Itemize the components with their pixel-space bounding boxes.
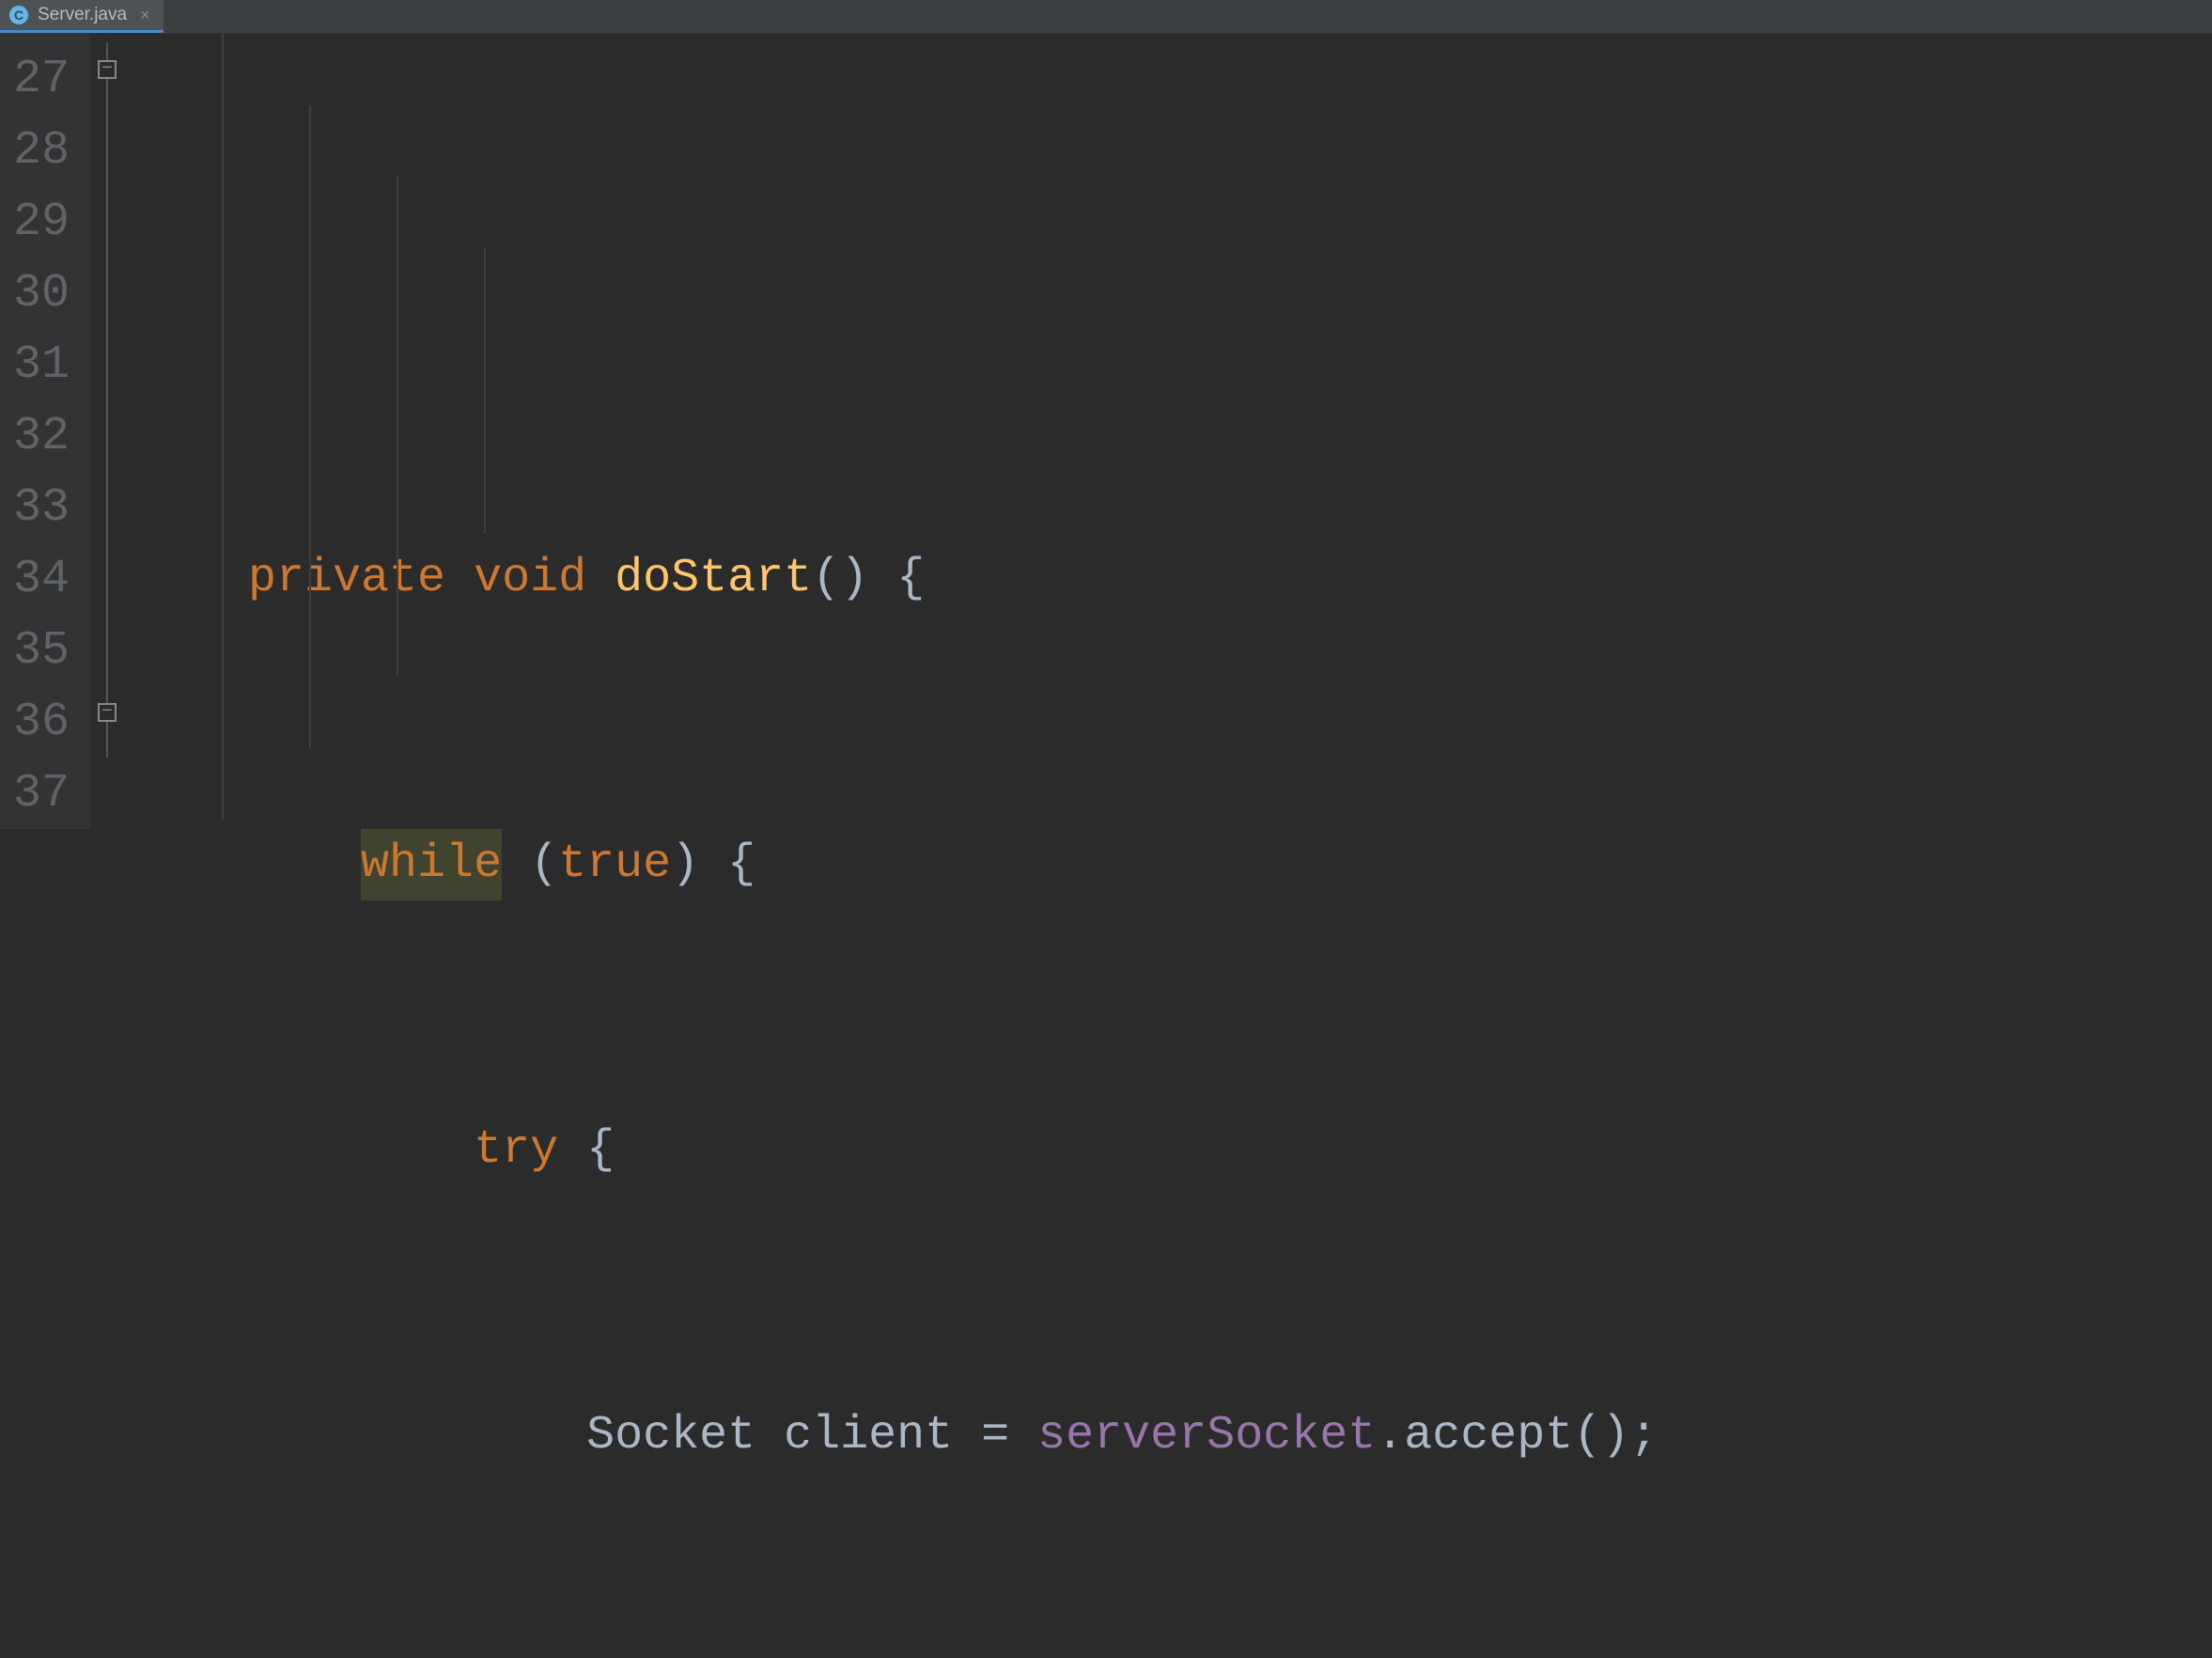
line-number-gutter: 27 28 29 30 31 32 33 34 35 36 37: [0, 34, 90, 829]
java-class-icon: C: [9, 6, 28, 24]
line-number: 35: [0, 615, 90, 686]
token-keyword: void: [474, 543, 586, 615]
line-number: 37: [0, 758, 90, 829]
code-line[interactable]: private void doStart() {: [135, 543, 2212, 615]
close-icon[interactable]: ×: [140, 6, 150, 25]
token-plain: (: [530, 829, 558, 900]
token-plain: .accept();: [1376, 1400, 1658, 1472]
line-number: 27: [0, 43, 90, 115]
line-number: 36: [0, 686, 90, 758]
indent: [135, 1115, 474, 1186]
token-plain: {: [558, 1115, 615, 1186]
token-keyword: try: [474, 1115, 558, 1186]
token-plain: Socket client =: [586, 1400, 1037, 1472]
tab-server-java[interactable]: C Server.java ×: [0, 0, 164, 33]
tab-filename: Server.java: [38, 5, 127, 25]
tab-bar: C Server.java ×: [0, 0, 2212, 34]
token-plain: () {: [812, 543, 925, 615]
line-number: 32: [0, 400, 90, 472]
fold-collapse-icon[interactable]: −: [98, 703, 117, 722]
indent: [135, 1400, 586, 1472]
indent-guide: [484, 248, 486, 534]
fold-gutter: − −: [90, 34, 126, 829]
token-plain: ) {: [671, 829, 756, 900]
indent: [135, 829, 361, 900]
editor-pane: 27 28 29 30 31 32 33 34 35 36 37 − − pri…: [0, 34, 2212, 829]
token-keyword: true: [558, 829, 671, 900]
token-method-decl: doStart: [615, 543, 812, 615]
line-number: 34: [0, 543, 90, 615]
line-number: 33: [0, 472, 90, 543]
code-line[interactable]: while (true) {: [135, 829, 2212, 900]
indent-guide: [397, 177, 398, 677]
line-number: 31: [0, 329, 90, 400]
token-space: [445, 543, 474, 615]
fold-guide-line: [106, 43, 108, 758]
token-space: [586, 543, 615, 615]
code-line[interactable]: try {: [135, 1115, 2212, 1186]
code-area[interactable]: private void doStart() { while (true) { …: [126, 34, 2212, 829]
fold-collapse-icon[interactable]: −: [98, 60, 117, 79]
token-space: [502, 829, 530, 900]
token-field: serverSocket: [1037, 1400, 1376, 1472]
line-number: 28: [0, 115, 90, 186]
code-line[interactable]: Socket client = serverSocket.accept();: [135, 1400, 2212, 1472]
indent-guide: [309, 105, 311, 748]
indent: [135, 543, 248, 615]
indent-guide: [222, 34, 224, 820]
token-keyword-highlighted: while: [361, 829, 502, 900]
token-keyword: private: [248, 543, 445, 615]
line-number: 30: [0, 258, 90, 329]
line-number: 29: [0, 186, 90, 258]
